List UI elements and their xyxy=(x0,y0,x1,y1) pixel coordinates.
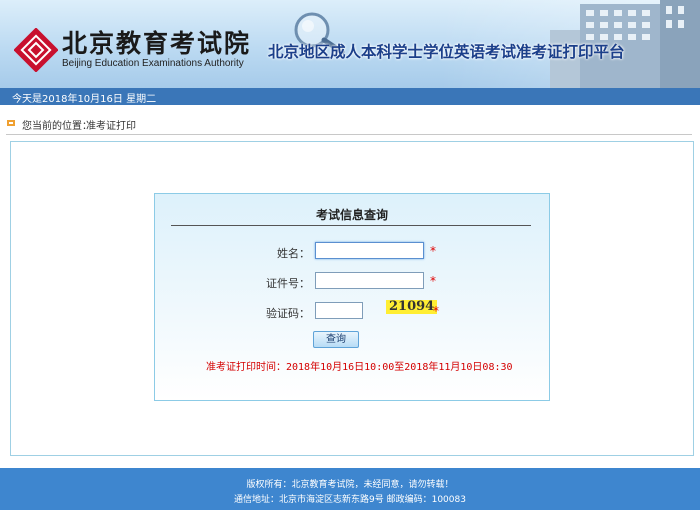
captcha-label: 验证码： xyxy=(266,307,310,320)
query-form-title: 考试信息查询 xyxy=(315,208,388,222)
captcha-input[interactable] xyxy=(315,302,363,319)
header-banner: 北京教育考试院 Beijing Education Examinations A… xyxy=(0,0,700,88)
print-time-value: 2018年10月16日10:00至2018年11月10日08:30 xyxy=(286,362,513,373)
name-required-mark: * xyxy=(430,244,436,258)
print-time-notice: 准考证打印时间：2018年10月16日10:00至2018年11月10日08:3… xyxy=(206,358,513,373)
captcha-image[interactable]: 21094 xyxy=(386,300,438,314)
print-time-label: 准考证打印时间： xyxy=(206,362,286,373)
id-number-input[interactable] xyxy=(315,272,424,289)
name-label: 姓名： xyxy=(277,247,310,260)
footer-address: 通信地址：北京市海淀区志新东路9号 邮政编码：100083 xyxy=(234,495,466,505)
current-date: 今天是2018年10月16日 星期二 xyxy=(12,94,157,105)
breadcrumb-current[interactable]: 准考证打印 xyxy=(86,117,136,132)
breadcrumb-label: 您当前的位置： xyxy=(22,121,92,132)
id-number-required-mark: * xyxy=(430,274,436,288)
date-bar: 今天是2018年10月16日 星期二 xyxy=(0,88,700,105)
footer: 版权所有：北京教育考试院，未经同意，请勿转载！ 通信地址：北京市海淀区志新东路9… xyxy=(0,468,700,510)
breadcrumb-divider xyxy=(6,134,692,135)
captcha-required-mark: * xyxy=(433,304,439,318)
breadcrumb: 您当前的位置： 准考证打印 xyxy=(0,112,700,134)
title-divider xyxy=(171,225,531,226)
site-title: 北京地区成人本科学士学位英语考试准考证打印平台 xyxy=(268,43,625,61)
location-pin-icon xyxy=(7,120,15,126)
seal-logo-icon xyxy=(14,28,58,72)
logo-english-name: Beijing Education Examinations Authority xyxy=(62,58,244,69)
footer-copyright: 版权所有：北京教育考试院，未经同意，请勿转载！ xyxy=(246,480,454,490)
name-input[interactable] xyxy=(315,242,424,259)
id-number-label: 证件号： xyxy=(266,277,310,290)
logo-chinese-name: 北京教育考试院 xyxy=(62,29,252,58)
query-button[interactable]: 查询 xyxy=(313,331,359,348)
